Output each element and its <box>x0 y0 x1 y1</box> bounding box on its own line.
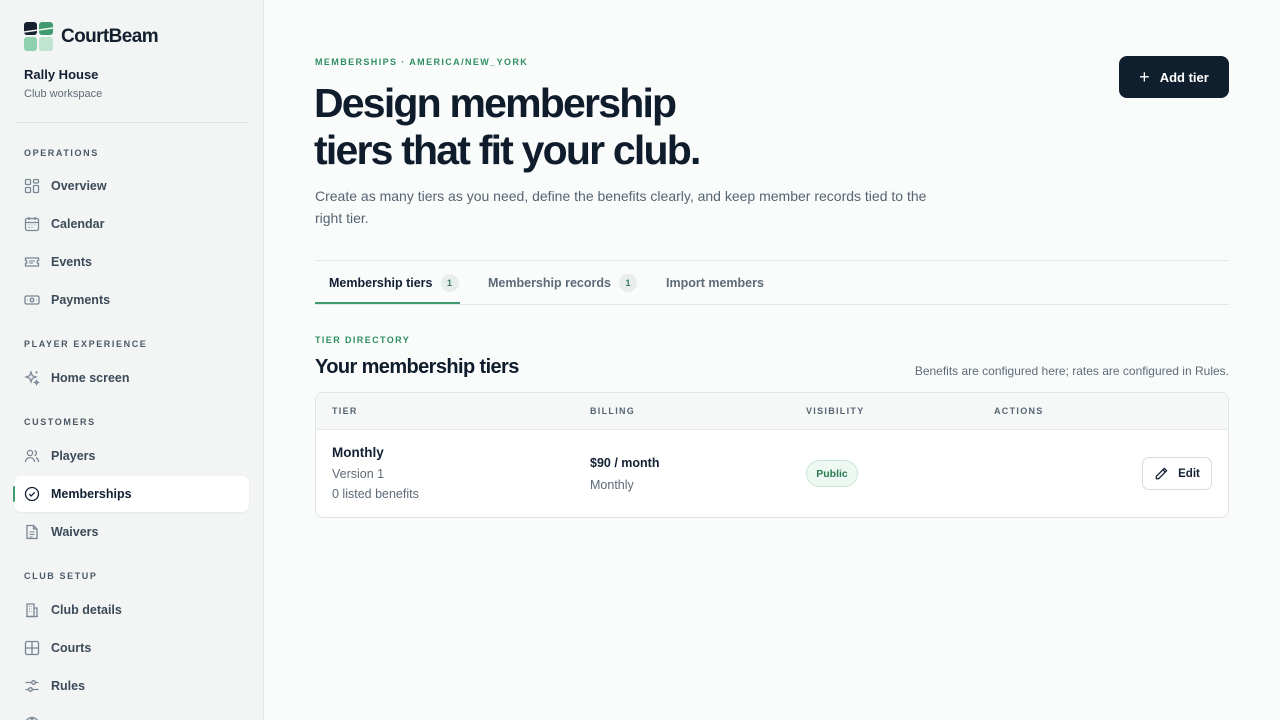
brand[interactable]: CourtBeam <box>24 22 159 51</box>
column-header-visibility: VISIBILITY <box>806 406 865 416</box>
sidebar-item-more[interactable] <box>14 706 249 720</box>
banknote-icon <box>24 292 40 308</box>
section-label-club-setup: CLUB SETUP <box>24 571 98 581</box>
sidebar-item-rules[interactable]: Rules <box>14 668 249 704</box>
sidebar-item-players[interactable]: Players <box>14 438 249 474</box>
file-text-icon <box>24 524 40 540</box>
sidebar-item-overview[interactable]: Overview <box>14 168 249 204</box>
workspace-switcher[interactable]: Rally House Club workspace <box>24 67 102 100</box>
sliders-icon <box>24 678 40 694</box>
section-label-customers: CUSTOMERS <box>24 417 96 427</box>
courtbeam-logo-icon <box>24 22 53 51</box>
sidebar-divider <box>16 122 248 123</box>
page-title: Design membership tiers that fit your cl… <box>314 80 834 174</box>
tab-label: Membership tiers <box>329 275 433 290</box>
column-header-actions: ACTIONS <box>994 406 1044 416</box>
sidebar-item-courts[interactable]: Courts <box>14 630 249 666</box>
sidebar-item-label: Events <box>51 255 92 269</box>
column-header-tier: TIER <box>332 406 358 416</box>
tab-label: Import members <box>666 275 764 290</box>
edit-label: Edit <box>1178 467 1200 480</box>
sidebar-item-label: Memberships <box>51 487 132 501</box>
sidebar-item-payments[interactable]: Payments <box>14 282 249 318</box>
section-title: Your membership tiers <box>315 356 519 378</box>
tier-name: Monthly <box>332 445 384 460</box>
tiers-table: TIER BILLING VISIBILITY ACTIONS Monthly … <box>315 392 1229 518</box>
sidebar-item-label: Courts <box>51 641 92 655</box>
sidebar-item-memberships[interactable]: Memberships <box>14 476 249 512</box>
sidebar: CourtBeam Rally House Club workspace OPE… <box>0 0 264 720</box>
sidebar-item-club-details[interactable]: Club details <box>14 592 249 628</box>
section-label-operations: OPERATIONS <box>24 148 99 158</box>
table-header: TIER BILLING VISIBILITY ACTIONS <box>316 393 1228 430</box>
page-intro: Create as many tiers as you need, define… <box>315 188 927 226</box>
section-note: Benefits are configured here; rates are … <box>914 364 1229 378</box>
tab-membership-records[interactable]: Membership records 1 <box>488 261 637 304</box>
sidebar-item-label: Players <box>51 449 96 463</box>
tier-version: Version 1 <box>332 467 385 481</box>
billing-period: Monthly <box>590 478 634 492</box>
visibility-badge: Public <box>806 460 858 487</box>
users-icon <box>24 448 40 464</box>
add-tier-label: Add tier <box>1159 69 1209 85</box>
sidebar-item-label: Waivers <box>51 525 99 539</box>
tab-count-badge: 1 <box>618 273 637 292</box>
section-eyebrow: TIER DIRECTORY <box>315 335 411 345</box>
section-label-player-experience: PLAYER EXPERIENCE <box>24 339 148 349</box>
workspace-subtitle: Club workspace <box>24 88 103 100</box>
sidebar-item-label: Overview <box>51 179 107 193</box>
page-title-line-1: Design membership <box>314 80 677 126</box>
tab-label: Membership records <box>488 275 611 290</box>
page-eyebrow: MEMBERSHIPS · AMERICA/NEW_YORK <box>315 57 529 67</box>
sidebar-item-label: Home screen <box>51 371 130 385</box>
calendar-icon <box>24 216 40 232</box>
sidebar-item-events[interactable]: Events <box>14 244 249 280</box>
sidebar-item-label: Club details <box>51 603 122 617</box>
sidebar-item-home-screen[interactable]: Home screen <box>14 360 249 396</box>
sidebar-item-waivers[interactable]: Waivers <box>14 514 249 550</box>
plus-icon: + <box>1139 67 1150 87</box>
badge-check-icon <box>24 486 40 502</box>
column-header-billing: BILLING <box>590 406 636 416</box>
tab-count-badge: 1 <box>440 273 459 292</box>
court-grid-icon <box>24 640 40 656</box>
edit-tier-button[interactable]: Edit <box>1142 457 1212 490</box>
main-content: MEMBERSHIPS · AMERICA/NEW_YORK Design me… <box>264 0 1280 720</box>
active-indicator <box>13 486 15 502</box>
tab-import-members[interactable]: Import members <box>666 261 764 304</box>
add-tier-button[interactable]: + Add tier <box>1119 56 1229 98</box>
tabs-divider-bottom <box>315 304 1229 305</box>
tier-benefits-count: 0 listed benefits <box>332 487 419 501</box>
building-icon <box>24 602 40 618</box>
sidebar-item-label: Rules <box>51 679 86 693</box>
globe-icon <box>24 716 40 720</box>
grid-icon <box>24 178 40 194</box>
sidebar-item-label: Calendar <box>51 217 105 231</box>
pencil-icon <box>1154 466 1169 481</box>
ticket-icon <box>24 254 40 270</box>
sidebar-item-calendar[interactable]: Calendar <box>14 206 249 242</box>
tab-membership-tiers[interactable]: Membership tiers 1 <box>329 261 459 304</box>
brand-name: CourtBeam <box>61 25 159 47</box>
billing-price: $90 / month <box>590 456 660 470</box>
page-title-line-2: tiers that fit your club. <box>314 127 701 173</box>
sidebar-item-label: Payments <box>51 293 111 307</box>
sparkles-icon <box>24 370 40 386</box>
workspace-name: Rally House <box>24 67 99 82</box>
